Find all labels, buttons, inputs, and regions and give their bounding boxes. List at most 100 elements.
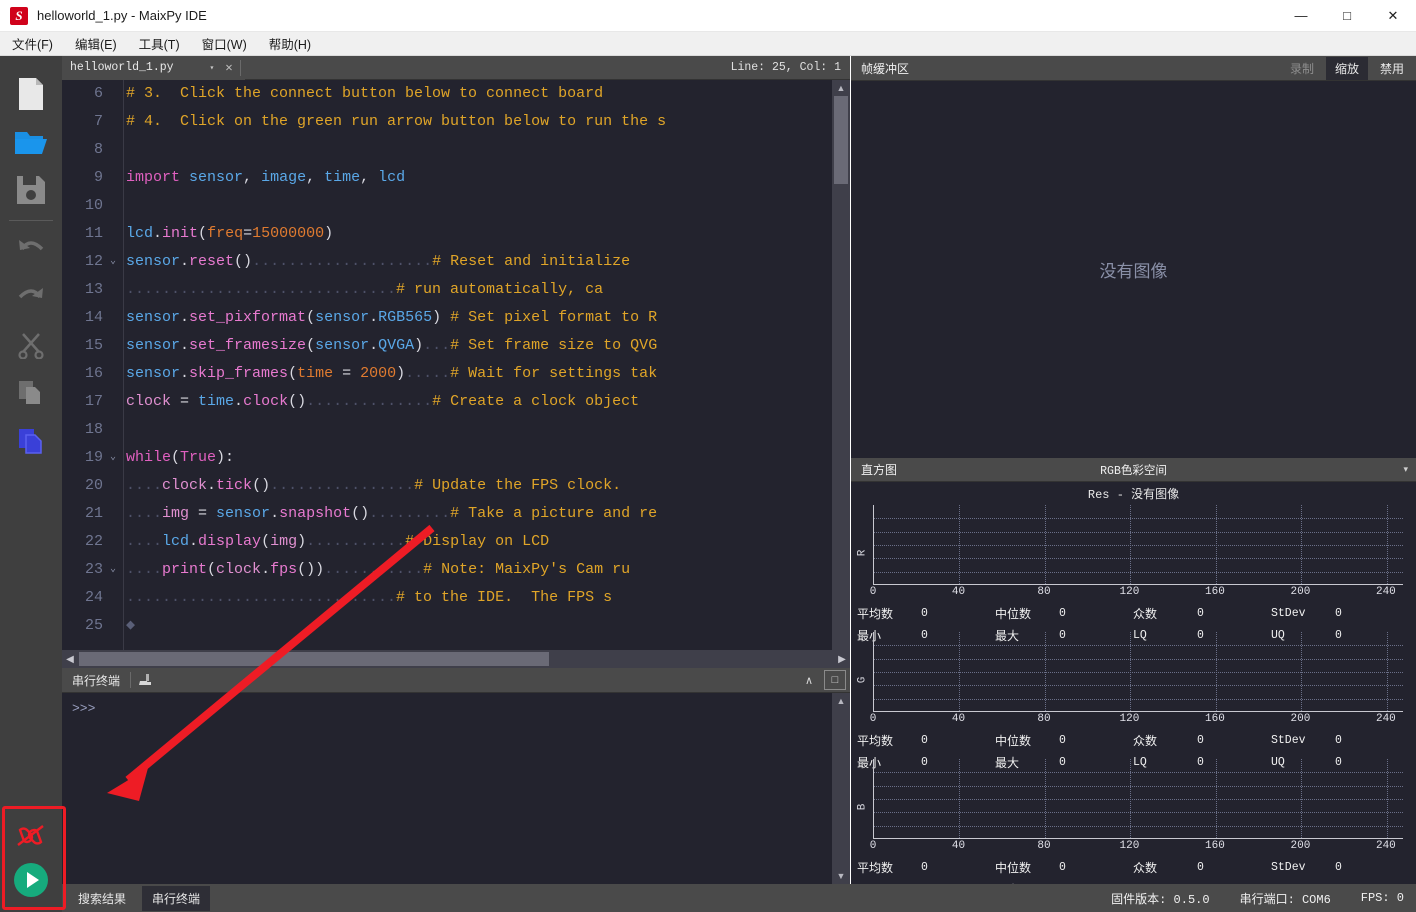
terminal-scroll-up-icon[interactable]: ▲ xyxy=(832,693,850,709)
line-number: 24 xyxy=(84,589,103,606)
code-line[interactable]: ..............................# to the I… xyxy=(126,584,832,612)
colorspace-selector[interactable]: RGB色彩空间 xyxy=(851,462,1416,478)
zoom-button[interactable]: 缩放 xyxy=(1325,56,1368,80)
code-token: .... xyxy=(126,561,163,578)
histogram-channel: B04080120160200240平均数0中位数0众数0StDev0最小0最大… xyxy=(851,755,1416,884)
line-number: 8 xyxy=(93,141,103,158)
undo-button[interactable] xyxy=(9,225,53,273)
code-line[interactable]: ....clock.tick()................# Update… xyxy=(126,472,832,500)
disable-button[interactable]: 禁用 xyxy=(1371,57,1413,80)
code-token: ) xyxy=(396,365,406,382)
terminal-scroll-down-icon[interactable]: ▼ xyxy=(832,868,850,884)
code-line[interactable]: ....lcd.display(img)...........# Display… xyxy=(126,528,832,556)
cut-button[interactable] xyxy=(9,321,53,369)
tab-helloworld[interactable]: helloworld_1.py ▾ ✕ xyxy=(62,55,245,80)
terminal-scrollbar[interactable]: ▲ ▼ xyxy=(832,693,850,884)
line-number: 23 ⌄ xyxy=(62,556,123,584)
collapse-panel-icon[interactable]: ∧ xyxy=(798,670,820,690)
redo-button[interactable] xyxy=(9,273,53,321)
code-line[interactable]: lcd.init(freq=15000000) xyxy=(126,220,832,248)
code-line[interactable]: ..............................# run auto… xyxy=(126,276,832,304)
chevron-down-icon[interactable]: ▾ xyxy=(210,63,215,73)
code-line[interactable]: sensor.set_pixformat(sensor.RGB565) # Se… xyxy=(126,304,832,332)
code-line[interactable]: # 4. Click on the green run arrow button… xyxy=(126,108,832,136)
save-button[interactable] xyxy=(9,166,53,214)
close-icon[interactable]: ✕ xyxy=(1370,0,1416,32)
code-editor[interactable]: 6 7 8 9 10 11 12 ⌄ 13 14 15 16 17 18 19 ⌄ 20 21 22 23 ⌄ 24 25 … xyxy=(62,80,850,668)
maximize-icon[interactable]: □ xyxy=(1324,0,1370,32)
code-token: . xyxy=(189,533,199,550)
copy-icon xyxy=(19,381,40,404)
code-line[interactable]: sensor.set_framesize(sensor.QVGA)...# Se… xyxy=(126,332,832,360)
fold-chevron-icon[interactable]: ⌄ xyxy=(107,444,119,472)
menu-edit[interactable]: 编辑(E) xyxy=(65,31,127,56)
code-line[interactable] xyxy=(126,136,832,164)
stat-cell: 平均数 0 xyxy=(851,732,989,749)
new-file-button[interactable] xyxy=(9,70,53,118)
tab-search-results[interactable]: 搜索结果 xyxy=(68,886,136,911)
code-line[interactable] xyxy=(126,192,832,220)
stat-label: 中位数 xyxy=(995,606,1032,621)
code-line[interactable]: clock = time.clock()..............# Crea… xyxy=(126,388,832,416)
gridline-vertical xyxy=(959,759,961,838)
gridline-horizontal xyxy=(874,772,1403,774)
editor-horizontal-scrollbar[interactable]: ◀ ▶ xyxy=(62,650,850,668)
code-token: # Note: MaixPy's Cam ru xyxy=(423,561,631,578)
copy-button[interactable] xyxy=(9,369,53,417)
scroll-right-icon[interactable]: ▶ xyxy=(834,654,850,665)
paste-button[interactable] xyxy=(9,417,53,465)
code-content[interactable]: # 3. Click the connect button below to c… xyxy=(124,80,832,668)
fold-chevron-icon[interactable]: ⌄ xyxy=(107,556,119,584)
tab-close-icon[interactable]: ✕ xyxy=(221,60,236,75)
run-button[interactable] xyxy=(7,858,55,902)
x-axis-ticks: 0 40 80 120 160 200 240 xyxy=(870,713,1403,729)
scroll-thumb[interactable] xyxy=(834,96,848,184)
code-token: img xyxy=(270,533,298,550)
histogram-body: Res - 没有图像 R 0 40 80 120 160 200 240 平均数 0 中位数 0 众数 0… xyxy=(851,482,1416,884)
code-token: ( xyxy=(207,561,217,578)
open-file-button[interactable] xyxy=(9,118,53,166)
scroll-left-icon[interactable]: ◀ xyxy=(62,654,78,665)
undo-icon xyxy=(19,240,44,251)
x-tick-label: 120 xyxy=(1119,840,1140,852)
code-token: sensor xyxy=(216,505,271,522)
stat-cell: 中位数 0 xyxy=(989,859,1127,876)
code-line[interactable]: sensor.reset()....................# Rese… xyxy=(126,248,832,276)
gridline-vertical xyxy=(1215,632,1217,711)
maximize-panel-icon[interactable]: □ xyxy=(824,670,846,690)
record-button[interactable]: 录制 xyxy=(1281,57,1323,80)
clear-terminal-button[interactable] xyxy=(131,669,159,691)
code-token: display xyxy=(198,533,262,550)
code-token: set_pixformat xyxy=(189,309,307,326)
code-line[interactable]: sensor.skip_frames(time = 2000).....# Wa… xyxy=(126,360,832,388)
code-token: init xyxy=(162,225,199,242)
code-line[interactable]: # 3. Click the connect button below to c… xyxy=(126,80,832,108)
chevron-down-icon[interactable]: ▾ xyxy=(1403,464,1408,475)
stat-cell: 众数 0 xyxy=(1127,859,1265,876)
menu-help[interactable]: 帮助(H) xyxy=(259,31,321,56)
code-line[interactable]: ....img = sensor.snapshot().........# Ta… xyxy=(126,500,832,528)
code-line[interactable] xyxy=(126,416,832,444)
code-token: . xyxy=(234,393,244,410)
gridline-vertical xyxy=(1301,759,1303,838)
gridline-horizontal xyxy=(874,672,1403,673)
minimize-icon[interactable]: — xyxy=(1278,0,1324,32)
code-line[interactable]: while(True): xyxy=(126,444,832,472)
status-bar: 搜索结果 串行终端 固件版本: 0.5.0 串行端口: COM6 FPS: 0 xyxy=(62,884,1416,912)
code-line[interactable]: import sensor, image, time, lcd xyxy=(126,164,832,192)
hscroll-thumb[interactable] xyxy=(79,652,549,666)
fold-chevron-icon[interactable]: ⌄ xyxy=(107,248,119,276)
scroll-up-icon[interactable]: ▲ xyxy=(832,80,850,96)
disconnect-button[interactable] xyxy=(7,814,55,858)
tab-serial-terminal[interactable]: 串行终端 xyxy=(142,885,211,911)
menu-file[interactable]: 文件(F) xyxy=(2,31,63,56)
code-token: sensor xyxy=(315,309,370,326)
code-token: 2000 xyxy=(360,365,397,382)
code-line[interactable]: ◆ xyxy=(126,612,832,640)
terminal-body[interactable]: >>> ▲ ▼ xyxy=(62,693,850,884)
code-token: () xyxy=(351,505,370,522)
code-line[interactable]: ....print(clock.fps())...........# Note:… xyxy=(126,556,832,584)
menu-tools[interactable]: 工具(T) xyxy=(129,31,190,56)
editor-vertical-scrollbar[interactable]: ▲ ▼ xyxy=(832,80,850,668)
menu-window[interactable]: 窗口(W) xyxy=(192,31,257,56)
